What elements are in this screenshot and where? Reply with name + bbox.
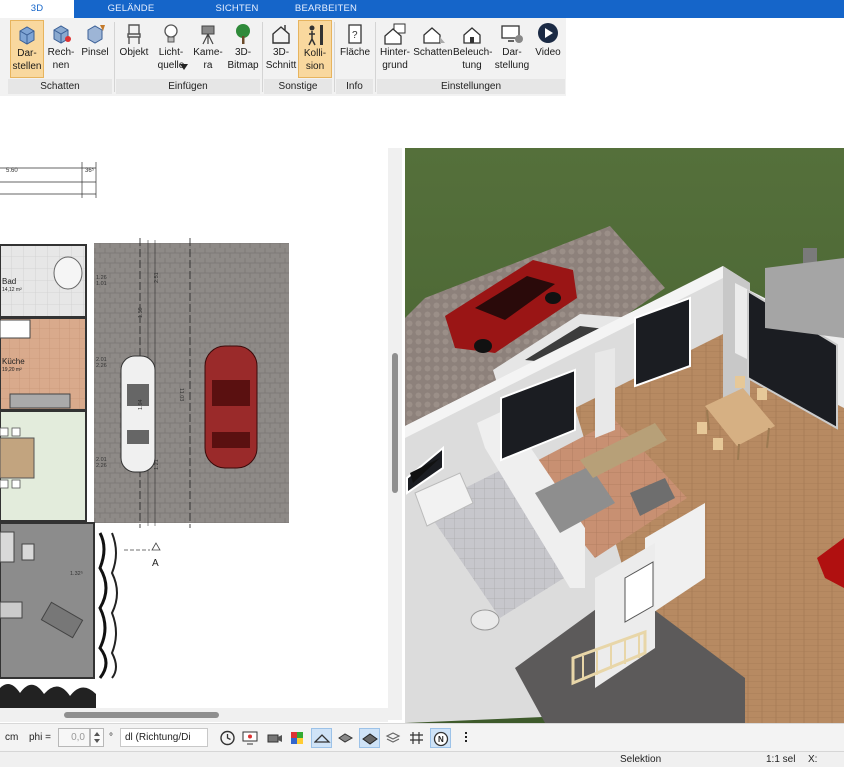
group-label-sonstige: Sonstige (264, 79, 332, 94)
scroll-thumb[interactable] (392, 353, 398, 493)
camera-icon[interactable] (264, 728, 285, 748)
dimension-label: 2.51 (154, 272, 160, 283)
material-icon[interactable] (287, 728, 308, 748)
dimension-label: 1.01 (96, 281, 107, 287)
monitor-icon[interactable] (240, 728, 261, 748)
section-marker: A (152, 558, 159, 569)
plan-vertical-scrollbar[interactable] (388, 148, 402, 720)
dimension-label: 11.03 (178, 388, 184, 401)
status-scale: 1:1 sel (766, 754, 796, 765)
pinsel-button[interactable]: Pinsel (78, 20, 112, 78)
house-shadow-icon (423, 27, 445, 44)
degree-label: ° (109, 732, 113, 743)
3d-view[interactable] (405, 148, 844, 723)
lightbulb-icon (164, 24, 178, 43)
video-button[interactable]: Video (531, 20, 565, 78)
hintergrund-button[interactable]: Hinter- grund (377, 20, 413, 78)
chair-icon (127, 24, 141, 44)
house-light-icon (463, 27, 481, 44)
phi-stepper[interactable] (90, 728, 104, 747)
bathtub[interactable] (53, 256, 83, 290)
dimension-label: 1.32⁵ (70, 570, 83, 577)
camera-tripod-icon (201, 25, 215, 45)
dining-table[interactable] (0, 437, 35, 479)
tree-icon (236, 24, 250, 44)
direction-select[interactable]: dl (Richtung/Di (120, 728, 208, 747)
monitor-settings-icon (501, 25, 523, 43)
north-icon[interactable]: N (430, 728, 451, 748)
brush-cube-icon (87, 25, 105, 44)
more-icon[interactable] (456, 728, 477, 748)
unit-label: cm (5, 732, 19, 743)
plan-horizontal-scrollbar[interactable] (0, 708, 388, 722)
chevron-down-icon (180, 64, 188, 70)
perspective-icon[interactable] (335, 728, 356, 748)
group-label-info: Info (336, 79, 373, 94)
group-label-einstellungen: Einstellungen (377, 79, 565, 94)
play-icon (538, 23, 558, 43)
layer-icon[interactable] (311, 728, 332, 748)
room-area: 19,20 m² (2, 367, 22, 373)
beleuchtung-button[interactable]: Beleuch- tung (453, 20, 492, 78)
group-label-schatten: Schatten (8, 79, 112, 94)
lichtquelle-button[interactable]: Licht- quelle (152, 20, 190, 78)
tab-bearbeiten[interactable]: BEARBEITEN (286, 0, 366, 18)
kamera-button[interactable]: Kame- ra (190, 20, 226, 78)
svg-text:N: N (438, 735, 444, 744)
phi-label: phi = (29, 732, 51, 743)
group-label-einfuegen: Einfügen (116, 79, 260, 94)
grid-icon[interactable] (406, 728, 427, 748)
tab-gelaende[interactable]: GELÄNDE (96, 0, 166, 18)
stack-icon[interactable] (383, 728, 404, 748)
plan-car-white[interactable] (120, 355, 156, 473)
status-x: X: (808, 754, 818, 765)
bitmap-button[interactable]: 3D- Bitmap (226, 20, 260, 78)
ribbon: Dar- stellen Rech- nen Pinsel Objekt Lic… (0, 18, 844, 96)
dimension-label: 1.21 (154, 459, 160, 470)
darstellen-button[interactable]: Dar- stellen (10, 20, 44, 78)
bottom-toolbar: cm phi = 0,0 ° dl (Richtung/Di N (0, 723, 844, 751)
plan-car-red[interactable] (204, 345, 258, 469)
house-background-icon (384, 23, 406, 45)
status-mode: Selektion (620, 754, 662, 765)
dimension-label: 36⁵ (85, 167, 95, 174)
phi-input[interactable]: 0,0 (58, 728, 90, 747)
tab-sichten[interactable]: SICHTEN (200, 0, 274, 18)
section-house-icon (272, 25, 290, 44)
schatten-settings-button[interactable]: Schatten (413, 20, 453, 78)
room-label: Küche (2, 357, 25, 366)
status-bar: Selektion 1:1 sel X: (0, 751, 844, 767)
rechnen-button[interactable]: Rech- nen (44, 20, 78, 78)
collision-person-icon (308, 25, 323, 46)
plane-icon[interactable] (359, 728, 380, 748)
floor-plan-view[interactable]: 5.60 36⁵ Bad 14,12 m² Küche 19,20 m² A 1… (0, 148, 388, 720)
area-info-icon: ? (348, 24, 362, 44)
render-cube-icon (19, 26, 35, 45)
kollision-button[interactable]: Kolli- sion (298, 20, 332, 78)
dimension-label: 1.94 (138, 399, 144, 410)
room-area: 14,12 m² (2, 287, 22, 293)
svg-text:?: ? (352, 30, 358, 41)
flaeche-button[interactable]: ? Fläche (336, 20, 374, 78)
darstellung-button[interactable]: Dar- stellung (493, 20, 531, 78)
ribbon-tab-bar: 3D GELÄNDE SICHTEN BEARBEITEN (0, 0, 844, 18)
clock-icon[interactable] (217, 728, 238, 748)
dimension-label: 2.26 (96, 463, 107, 469)
dimension-label: 2.26 (96, 363, 107, 369)
tab-3d[interactable]: 3D (0, 0, 74, 18)
schnitt-button[interactable]: 3D- Schnitt (264, 20, 298, 78)
calc-cube-icon (53, 25, 71, 44)
objekt-button[interactable]: Objekt (116, 20, 152, 78)
scroll-thumb[interactable] (64, 712, 219, 718)
room-label: Bad (2, 277, 16, 286)
dimension-label: 1.59 (138, 307, 144, 318)
dimension-label: 5.60 (6, 168, 18, 174)
stepper-arrows-icon (94, 732, 100, 743)
